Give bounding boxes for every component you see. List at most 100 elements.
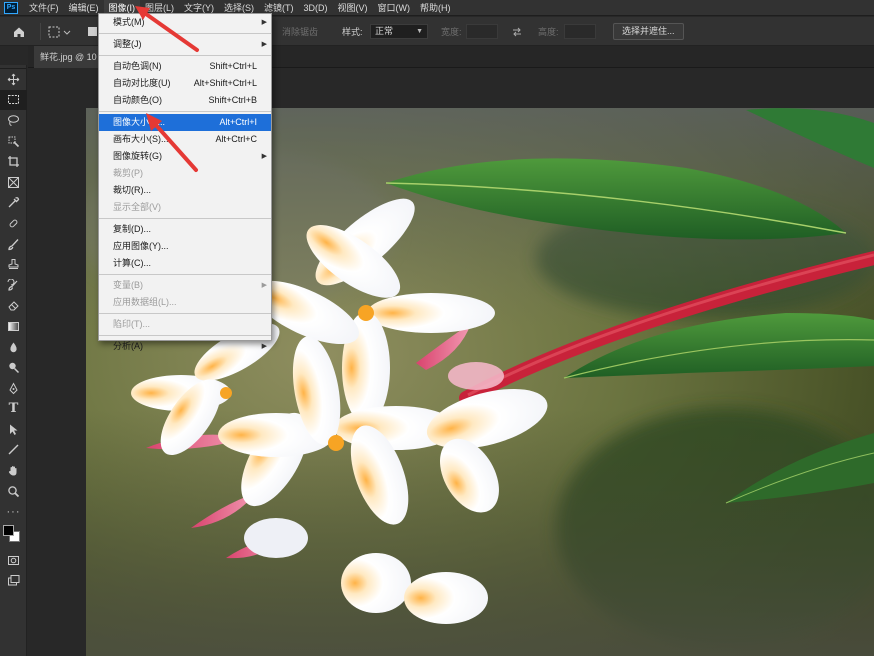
menu-item-label: 调整(J) [113,39,142,49]
menu-view[interactable]: 视图(V) [333,0,373,16]
menu-item[interactable]: 应用图像(Y)... [99,238,271,255]
menu-item-label: 裁切(R)... [113,185,151,195]
blur-tool-icon[interactable] [0,337,27,358]
menu-item-label: 自动色调(N) [113,61,162,71]
edit-toolbar-icon[interactable]: ··· [0,501,27,522]
crop-tool-icon[interactable] [0,151,27,172]
new-selection-icon[interactable] [86,17,98,46]
marquee-preset-icon[interactable] [46,17,74,46]
foreground-color-swatch[interactable] [3,525,14,537]
menu-help[interactable]: 帮助(H) [415,0,456,16]
quick-select-tool-icon[interactable] [0,131,27,152]
menu-item-label: 模式(M) [113,17,145,27]
menu-item-label: 显示全部(V) [113,202,161,212]
color-swatches[interactable] [0,522,27,550]
menu-item[interactable]: 复制(D)... [99,221,271,238]
home-icon[interactable] [6,17,32,46]
menu-item[interactable]: 自动色调(N) Shift+Ctrl+L [99,58,271,75]
menu-separator [99,55,271,56]
path-select-tool-icon[interactable] [0,419,27,440]
frame-tool-icon[interactable] [0,172,27,193]
menu-item: 显示全部(V) [99,199,271,216]
menu-item-label: 图像旋转(G) [113,151,162,161]
photoshop-logo-icon: Ps [4,1,18,14]
menu-item-label: 画布大小(S)... [113,134,169,144]
menu-item[interactable]: 自动对比度(U) Alt+Shift+Ctrl+L [99,75,271,92]
menu-item-shortcut: Alt+Shift+Ctrl+L [193,78,257,88]
menu-item[interactable]: 分析(A) ▶ [99,338,271,355]
menu-item-label: 自动对比度(U) [113,78,171,88]
zoom-tool-icon[interactable] [0,481,27,502]
options-divider [40,23,41,40]
hand-tool-icon[interactable] [0,460,27,481]
menu-item[interactable]: 调整(J) ▶ [99,36,271,53]
screen-mode-icon[interactable] [0,571,27,592]
menu-item-label: 应用图像(Y)... [113,241,169,251]
lasso-tool-icon[interactable] [0,110,27,131]
brush-tool-icon[interactable] [0,234,27,255]
menu-item[interactable]: 自动颜色(O) Shift+Ctrl+B [99,92,271,109]
style-select[interactable]: 正常 ▼ [370,17,428,46]
menu-item-shortcut: Shift+Ctrl+L [209,61,257,71]
line-tool-icon[interactable] [0,440,27,461]
menu-item-label: 图像大小(I)... [113,117,165,127]
marquee-tool-icon[interactable] [0,89,27,111]
eraser-tool-icon[interactable] [0,296,27,317]
menu-item-label: 自动颜色(O) [113,95,162,105]
type-tool-icon[interactable]: T [0,399,27,420]
eyedropper-tool-icon[interactable] [0,193,27,214]
antialias-label[interactable]: 消除锯齿 [282,17,318,46]
submenu-arrow-icon: ▶ [261,343,267,350]
menu-separator [99,274,271,275]
style-select-value: 正常 [375,26,394,36]
select-and-mask-button[interactable]: 选择并遮住... [613,17,684,46]
width-field[interactable] [466,17,498,46]
menu-window[interactable]: 窗口(W) [373,0,416,16]
menu-item: 变量(B) ▶ [99,277,271,294]
pen-tool-icon[interactable] [0,378,27,399]
submenu-arrow-icon: ▶ [261,41,267,48]
swap-width-height-icon[interactable] [510,17,524,46]
style-label: 样式: [342,27,363,37]
gradient-tool-icon[interactable] [0,316,27,337]
width-label: 宽度: [441,27,462,37]
history-brush-tool-icon[interactable] [0,275,27,296]
menu-item[interactable]: 裁切(R)... [99,182,271,199]
menu-item: 应用数据组(L)... [99,294,271,311]
menu-separator [99,335,271,336]
menu-separator [99,218,271,219]
menu-item: 陷印(T)... [99,316,271,333]
menu-separator [99,313,271,314]
menu-item-label: 应用数据组(L)... [113,297,177,307]
healing-brush-tool-icon[interactable] [0,213,27,234]
menu-separator [99,111,271,112]
height-label: 高度: [538,27,559,37]
menu-separator [99,33,271,34]
menu-item[interactable]: 计算(C)... [99,255,271,272]
menu-item-label: 裁剪(P) [113,168,143,178]
clone-stamp-tool-icon[interactable] [0,254,27,275]
menu-item[interactable]: 画布大小(S)... Alt+Ctrl+C [99,131,271,148]
menu-item-label: 计算(C)... [113,258,151,268]
submenu-arrow-icon: ▶ [261,19,267,26]
menu-item-shortcut: Alt+Ctrl+I [219,117,257,127]
height-field[interactable] [564,17,596,46]
image-menu-dropdown: 模式(M) ▶ 调整(J) ▶ 自动色调(N) Shift+Ctrl+L 自动对比度(U) A… [98,13,272,351]
toolbox: T ··· [0,65,27,656]
menu-item-shortcut: Alt+Ctrl+C [215,134,257,144]
menu-item[interactable]: 图像旋转(G) ▶ [99,148,271,165]
menu-file[interactable]: 文件(F) [24,0,64,16]
menu-item[interactable]: 图像大小(I)... Alt+Ctrl+I [99,114,271,131]
menu-item-label: 陷印(T)... [113,319,150,329]
menu-item: 裁剪(P) [99,165,271,182]
menu-item[interactable]: 模式(M) ▶ [99,14,271,31]
menu-item-label: 分析(A) [113,341,143,351]
menu-item-shortcut: Shift+Ctrl+B [208,95,257,105]
menu-item-label: 变量(B) [113,280,143,290]
move-tool-icon[interactable] [0,69,27,90]
dodge-tool-icon[interactable] [0,357,27,378]
menu-3d[interactable]: 3D(D) [299,0,333,16]
menu-item-label: 复制(D)... [113,224,151,234]
submenu-arrow-icon: ▶ [261,282,267,289]
quick-mask-icon[interactable] [0,550,27,571]
